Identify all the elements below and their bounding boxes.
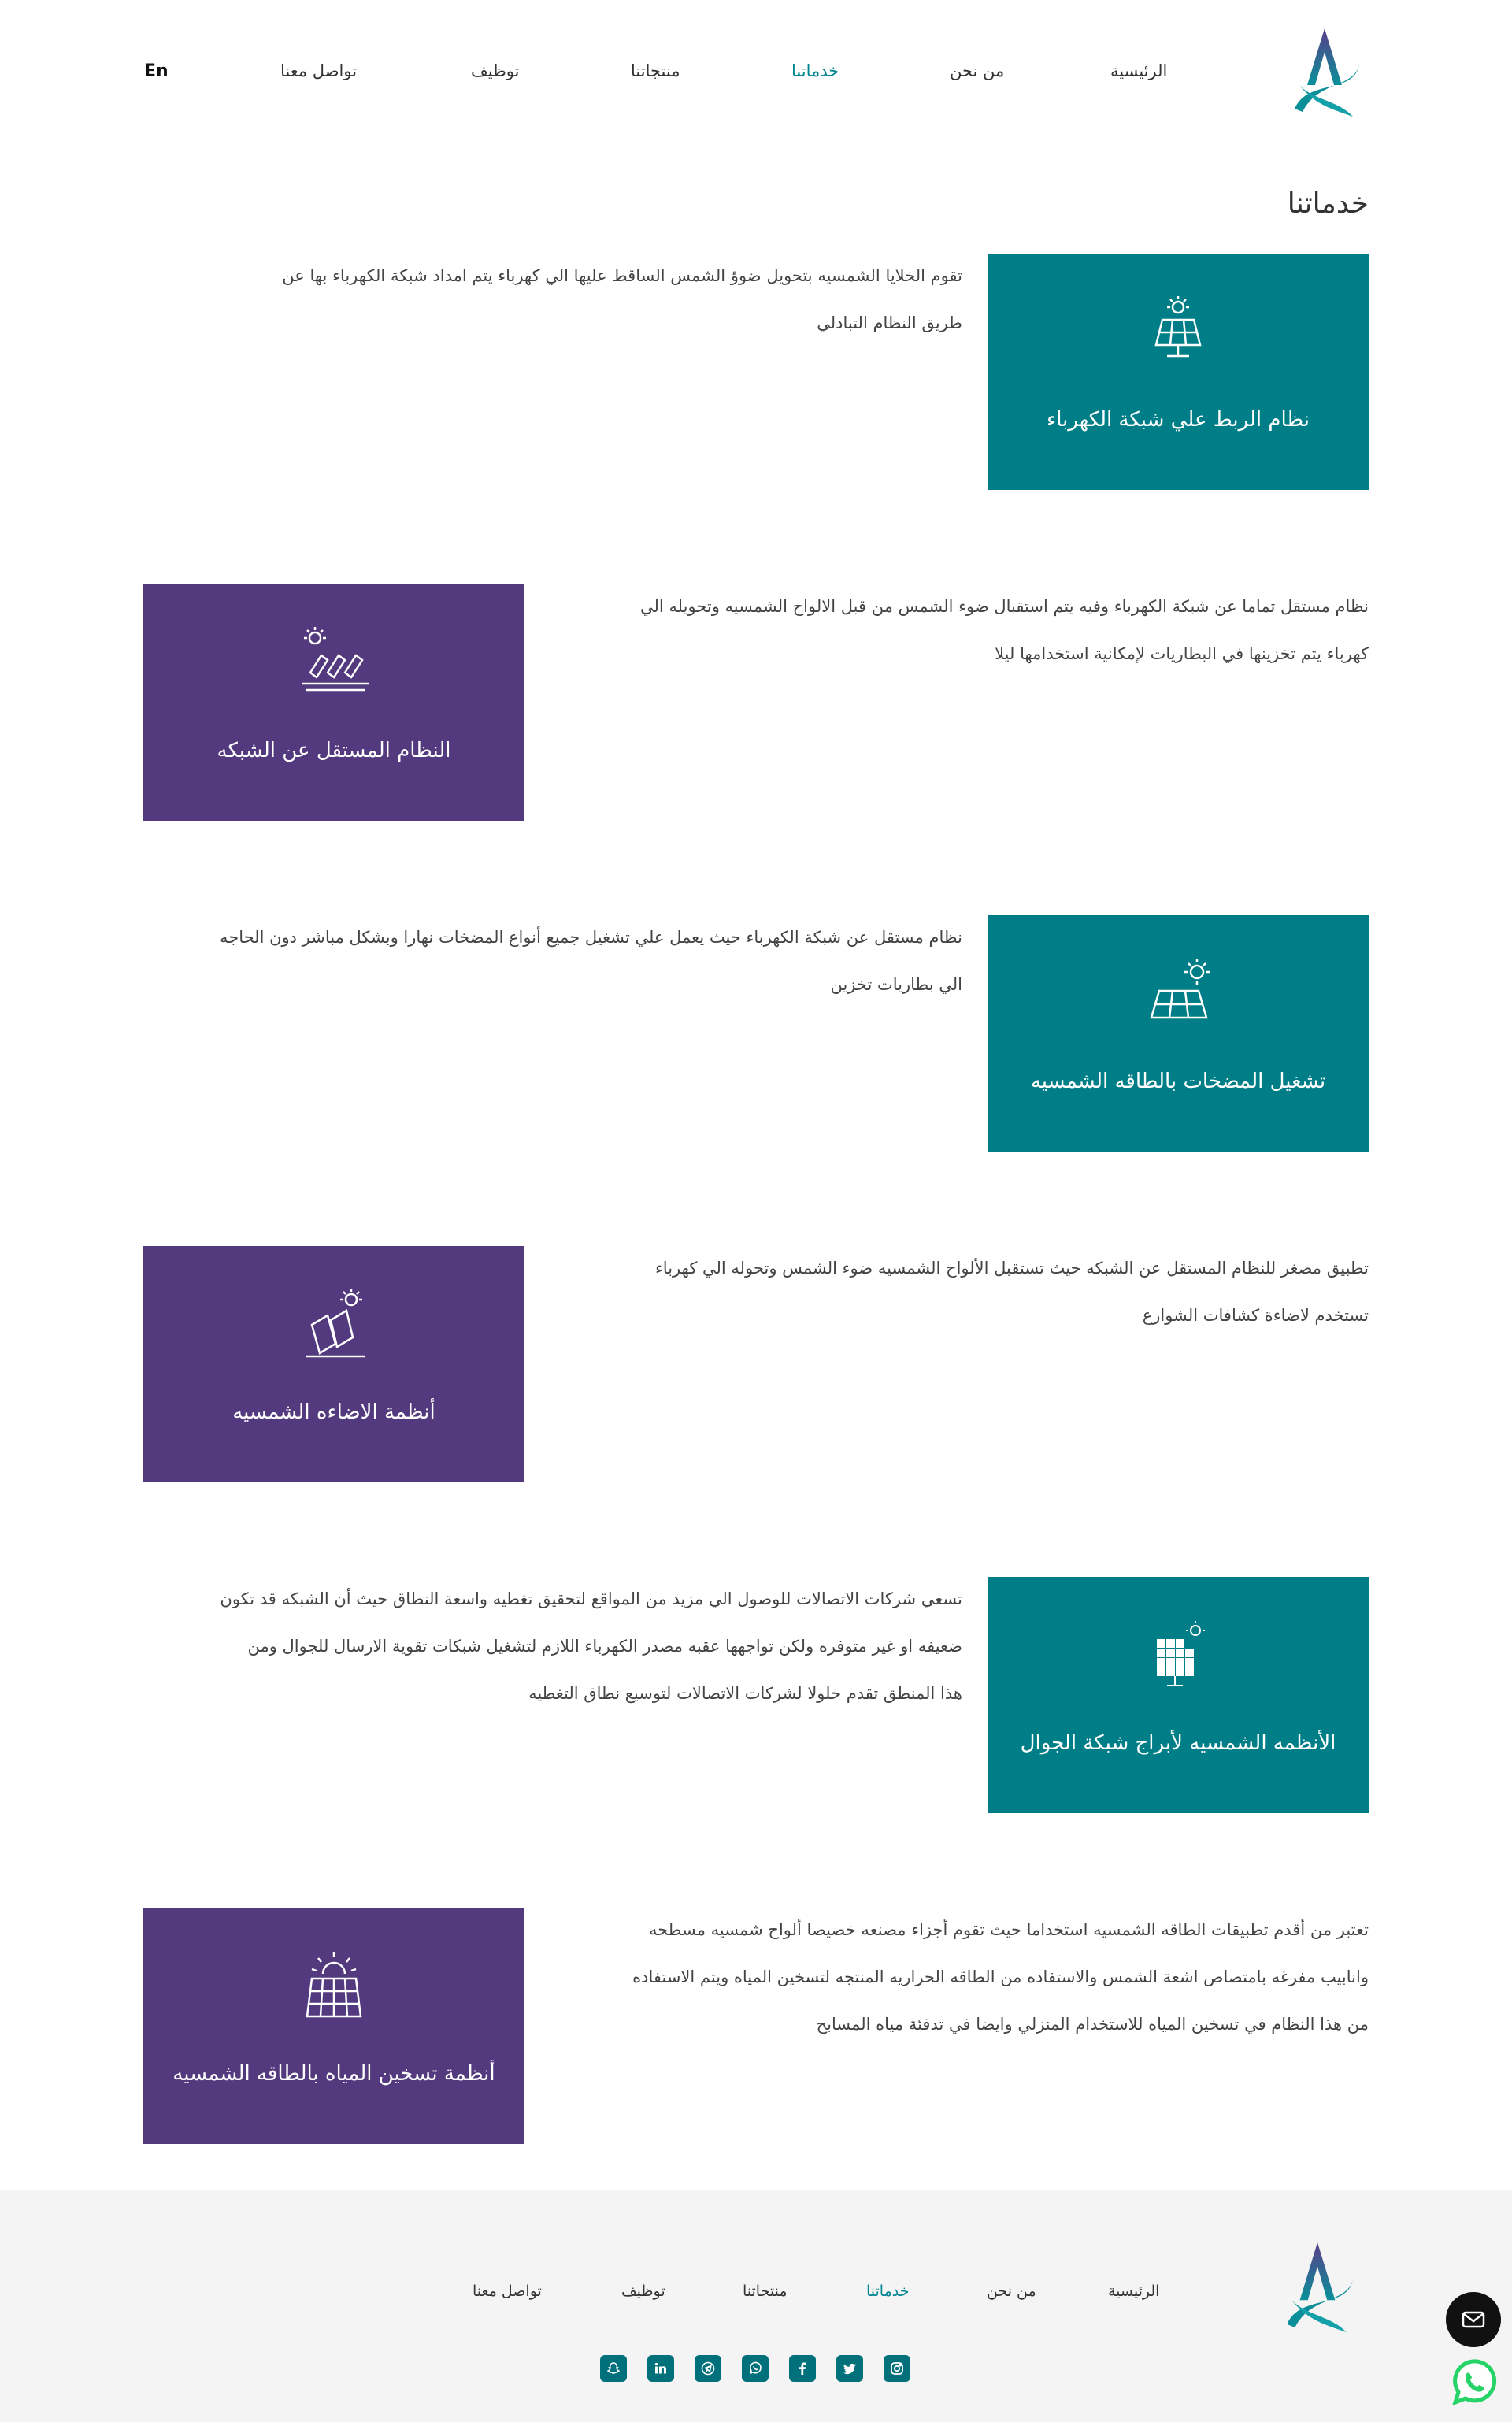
service-title: أنظمة الاضاءه الشمسيه bbox=[232, 1400, 435, 1424]
solar-panel-grid-icon bbox=[1154, 296, 1202, 358]
facebook-icon[interactable] bbox=[789, 2355, 816, 2382]
footer-nav-contact[interactable]: تواصل معنا bbox=[472, 2283, 542, 2300]
solar-water-heater-icon bbox=[306, 1952, 362, 2018]
nav-contact[interactable]: تواصل معنا bbox=[280, 61, 357, 85]
snapchat-icon[interactable] bbox=[600, 2355, 627, 2382]
solar-lighting-icon bbox=[306, 1289, 365, 1358]
nav-home[interactable]: الرئيسية bbox=[1110, 61, 1167, 85]
footer-nav-services[interactable]: خدماتنا bbox=[866, 2283, 910, 2300]
solar-panels-row-icon bbox=[302, 627, 369, 692]
footer-nav-home[interactable]: الرئيسية bbox=[1108, 2283, 1159, 2300]
service-description: تقوم الخلايا الشمسيه بتحويل ضوؤ الشمس ال… bbox=[282, 266, 962, 332]
service-description: تعتبر من أقدم تطبيقات الطاقه الشمسيه است… bbox=[632, 1920, 1369, 2034]
nav-jobs[interactable]: توظيف bbox=[471, 61, 519, 85]
service-title: النظام المستقل عن الشبكه bbox=[217, 739, 451, 762]
nav-products[interactable]: منتجاتنا bbox=[631, 61, 680, 85]
site-footer: الرئيسية من نحن خدماتنا منتجاتنا توظيف ت… bbox=[0, 2190, 1512, 2422]
service-card-pumps[interactable]: تشغيل المضخات بالطاقه الشمسيه bbox=[988, 915, 1369, 1152]
service-description: نظام مستقل عن شبكة الكهرباء حيث يعمل علي… bbox=[219, 928, 962, 994]
footer-nav-products[interactable]: منتجاتنا bbox=[743, 2283, 788, 2300]
page-title: خدماتنا bbox=[1287, 187, 1369, 220]
solar-panel-sun-icon bbox=[1150, 959, 1210, 1019]
nav-services[interactable]: خدماتنا bbox=[791, 61, 839, 85]
company-logo[interactable] bbox=[1284, 24, 1367, 121]
service-title: تشغيل المضخات بالطاقه الشمسيه bbox=[1030, 1070, 1326, 1093]
whatsapp-icon bbox=[1452, 2359, 1497, 2406]
service-card-water-heating[interactable]: أنظمة تسخين المياه بالطاقه الشمسيه bbox=[143, 1908, 524, 2144]
footer-logo[interactable] bbox=[1276, 2237, 1361, 2338]
nav-about[interactable]: من نحن bbox=[950, 61, 1004, 85]
service-card-grid-tie[interactable]: نظام الربط علي شبكة الكهرباء bbox=[988, 254, 1369, 490]
email-float-button[interactable] bbox=[1446, 2292, 1501, 2347]
telegram-icon[interactable] bbox=[695, 2355, 721, 2382]
whatsapp-float-button[interactable] bbox=[1446, 2355, 1501, 2410]
service-description: تطبيق مصغر للنظام المستقل عن الشبكه حيث … bbox=[654, 1259, 1369, 1325]
footer-nav-about[interactable]: من نحن bbox=[987, 2283, 1036, 2300]
footer-nav-jobs[interactable]: توظيف bbox=[621, 2283, 665, 2300]
service-card-lighting[interactable]: أنظمة الاضاءه الشمسيه bbox=[143, 1246, 524, 1482]
envelope-icon bbox=[1462, 2311, 1485, 2328]
instagram-icon[interactable] bbox=[884, 2355, 910, 2382]
service-title: أنظمة تسخين المياه بالطاقه الشمسيه bbox=[172, 2062, 495, 2086]
service-title: الأنظمه الشمسيه لأبراج شبكة الجوال bbox=[1020, 1731, 1336, 1755]
language-switch[interactable]: En bbox=[144, 61, 169, 81]
service-description: تسعي شركات الاتصالات للوصول الي مزيد من … bbox=[220, 1589, 962, 1703]
service-description: نظام مستقل تماما عن شبكة الكهرباء وفيه ي… bbox=[639, 597, 1369, 663]
solar-tower-icon bbox=[1157, 1621, 1205, 1686]
service-card-towers[interactable]: الأنظمه الشمسيه لأبراج شبكة الجوال bbox=[988, 1577, 1369, 1813]
service-card-off-grid[interactable]: النظام المستقل عن الشبكه bbox=[143, 584, 524, 821]
twitter-icon[interactable] bbox=[836, 2355, 863, 2382]
whatsapp-icon[interactable] bbox=[742, 2355, 769, 2382]
site-header: الرئيسية من نحن خدماتنا منتجاتنا توظيف ت… bbox=[0, 0, 1512, 150]
service-title: نظام الربط علي شبكة الكهرباء bbox=[1047, 408, 1310, 432]
linkedin-icon[interactable] bbox=[647, 2355, 674, 2382]
